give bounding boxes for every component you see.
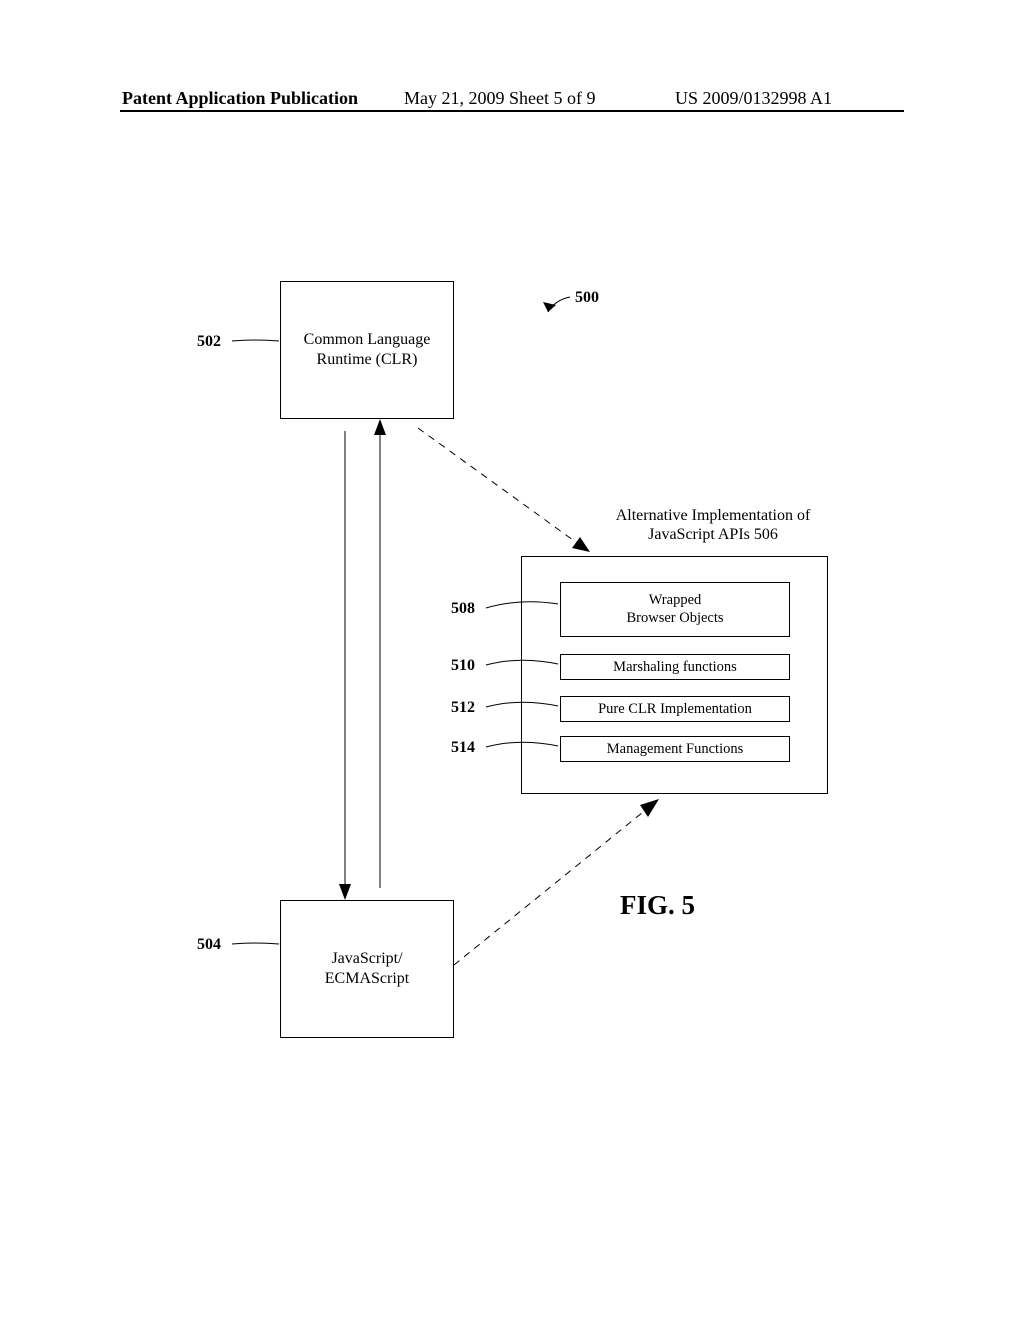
- box-js: JavaScript/ ECMAScript: [280, 900, 454, 1038]
- box-clr: Common Language Runtime (CLR): [280, 281, 454, 419]
- ref-502: 502: [197, 333, 221, 351]
- ref-514: 514: [451, 739, 475, 757]
- b508-text: Wrapped Browser Objects: [626, 592, 723, 627]
- box-clr-text: Common Language Runtime (CLR): [304, 330, 431, 370]
- box-js-text: JavaScript/ ECMAScript: [325, 949, 409, 989]
- ref-504: 504: [197, 936, 221, 954]
- box-pure-clr-implementation: Pure CLR Implementation: [560, 696, 790, 722]
- ref-510: 510: [451, 657, 475, 675]
- connectors-overlay: [0, 0, 1024, 1320]
- ref-508: 508: [451, 600, 475, 618]
- ref-500: 500: [575, 289, 599, 307]
- b510-text: Marshaling functions: [613, 659, 737, 676]
- ref-512: 512: [451, 699, 475, 717]
- b512-text: Pure CLR Implementation: [598, 701, 752, 718]
- box-wrapped-browser-objects: Wrapped Browser Objects: [560, 582, 790, 637]
- box-marshaling-functions: Marshaling functions: [560, 654, 790, 680]
- alt-impl-title: Alternative Implementation of JavaScript…: [598, 506, 828, 544]
- figure-label: FIG. 5: [620, 890, 695, 921]
- box-management-functions: Management Functions: [560, 736, 790, 762]
- figure-5: Common Language Runtime (CLR) JavaScript…: [0, 0, 1024, 1320]
- b514-text: Management Functions: [607, 741, 744, 758]
